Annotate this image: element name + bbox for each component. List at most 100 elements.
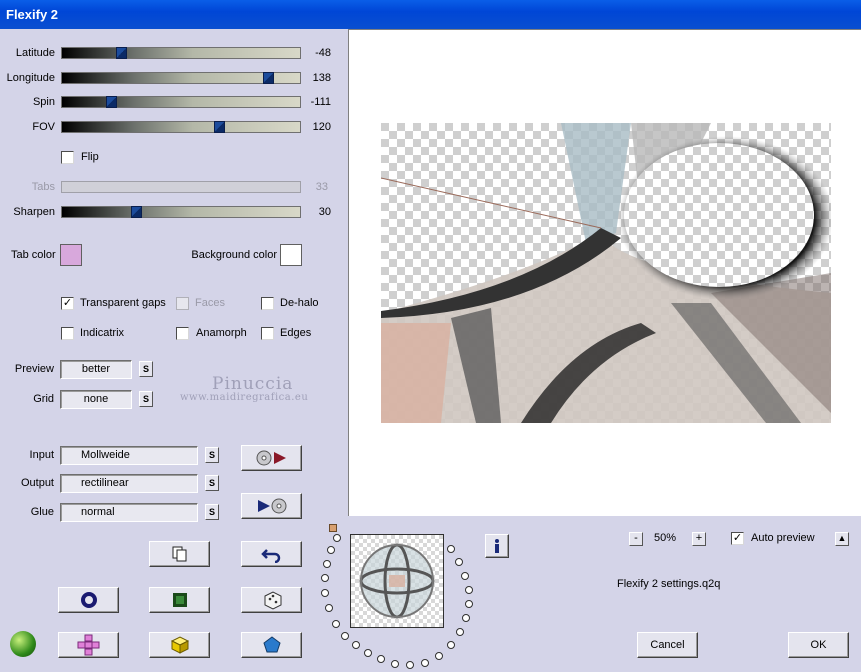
longitude-slider[interactable] [61,72,301,84]
navigator-dot[interactable] [456,628,464,636]
sharpen-slider-thumb[interactable] [131,206,142,218]
navigator-dot[interactable] [332,620,340,628]
glue-label: Glue [30,506,54,518]
play-disc-icon [257,498,286,514]
undo-arrow-icon [260,549,280,563]
copy-pages-icon [172,546,186,562]
input-label: Input [29,449,54,461]
zoom-level: 50% [654,532,677,544]
navigator-dot[interactable] [435,652,443,660]
auto-preview-checkbox[interactable]: ✓ [731,532,744,545]
ring-icon [80,592,97,608]
info-button[interactable] [485,534,509,558]
edges-checkbox[interactable] [261,327,274,340]
input-projection-select[interactable]: Mollweide [60,446,198,465]
info-icon [495,539,499,553]
glue-s-button[interactable]: S [205,504,219,520]
sharpen-label: Sharpen [13,206,55,218]
fov-label: FOV [32,121,55,133]
longitude-label: Longitude [6,72,55,84]
anamorph-checkbox[interactable] [176,327,189,340]
ok-button[interactable]: OK [788,632,849,658]
glue-select[interactable]: normal [60,503,198,522]
square-button[interactable] [149,587,210,613]
undo-button[interactable] [241,541,302,567]
longitude-value: 138 [312,72,331,84]
navigator-dot[interactable] [447,545,455,553]
settings-filename: Flexify 2 settings.q2q [617,578,721,590]
watermark-url: www.maidiregrafica.eu [180,392,309,403]
collapse-button[interactable]: ▲ [835,532,849,546]
window-title: Flexify 2 [6,7,59,22]
navigator-dot[interactable] [462,614,470,622]
export-play-button[interactable] [241,493,302,519]
preview-image [381,123,831,423]
navigator-dot[interactable] [327,546,335,554]
navigator-dot[interactable] [323,560,331,568]
navigator-dot[interactable] [352,641,360,649]
navigator-thumbnail[interactable] [350,534,444,628]
latitude-slider-thumb[interactable] [116,47,127,59]
navigator-dot[interactable] [321,589,329,597]
copy-button[interactable] [149,541,210,567]
navigator-dot[interactable] [421,659,429,667]
flip-checkbox[interactable] [61,151,74,164]
navigator-dot[interactable] [461,572,469,580]
spin-slider[interactable] [61,96,301,108]
fov-slider-thumb[interactable] [214,121,225,133]
random-button[interactable] [241,587,302,613]
transparent-gaps-checkbox[interactable]: ✓ [61,297,74,310]
preview-canvas[interactable] [348,29,861,516]
zoom-out-button[interactable]: - [629,532,643,546]
cancel-button[interactable]: Cancel [637,632,698,658]
navigator-dot[interactable] [447,641,455,649]
tab-color-swatch[interactable] [60,244,82,266]
output-label: Output [20,477,54,489]
cross-button[interactable] [58,632,119,658]
navigator-dot[interactable] [333,534,341,542]
import-play-button[interactable] [241,445,302,471]
sharpen-slider[interactable] [61,206,301,218]
longitude-slider-thumb[interactable] [263,72,274,84]
output-s-button[interactable]: S [205,475,219,491]
output-projection-select[interactable]: rectilinear [60,474,198,493]
navigator-dot[interactable] [406,661,414,669]
preview-quality-label: Preview [14,363,54,375]
anamorph-label: Anamorph [196,327,247,339]
navigator-dot[interactable] [341,632,349,640]
grid-s-button[interactable]: S [139,391,153,407]
navigator-dot[interactable] [455,558,463,566]
preview-quality-select[interactable]: better [60,360,132,379]
navigator-dot[interactable] [465,600,473,608]
indicatrix-checkbox[interactable] [61,327,74,340]
pentagon-button[interactable] [241,632,302,658]
spin-label: Spin [32,96,55,108]
latitude-slider[interactable] [61,47,301,59]
cube-button[interactable] [149,632,210,658]
background-color-swatch[interactable] [280,244,302,266]
grid-select[interactable]: none [60,390,132,409]
tabs-slider [61,181,301,193]
tabs-label: Tabs [31,181,55,193]
watermark-name: Pinuccia [212,374,294,394]
navigator-dot[interactable] [325,604,333,612]
ring-button[interactable] [58,587,119,613]
preview-quality-s-button[interactable]: S [139,361,153,377]
chevron-up-icon: ▲ [837,533,847,543]
latitude-label: Latitude [15,47,55,59]
tab-color-label: Tab color [11,249,56,261]
input-s-button[interactable]: S [205,447,219,463]
navigator-dot[interactable] [391,660,399,668]
flexify-logo-icon [10,631,36,657]
zoom-in-button[interactable]: + [692,532,706,546]
indicatrix-label: Indicatrix [80,327,125,339]
navigator-dot[interactable] [321,574,329,582]
navigator-dot[interactable] [364,649,372,657]
navigator-dot[interactable] [465,586,473,594]
navigator-handle[interactable] [329,524,337,532]
dice-icon [264,591,281,610]
navigator-dot[interactable] [377,655,385,663]
dehalo-checkbox[interactable] [261,297,274,310]
spin-slider-thumb[interactable] [106,96,117,108]
fov-slider[interactable] [61,121,301,133]
